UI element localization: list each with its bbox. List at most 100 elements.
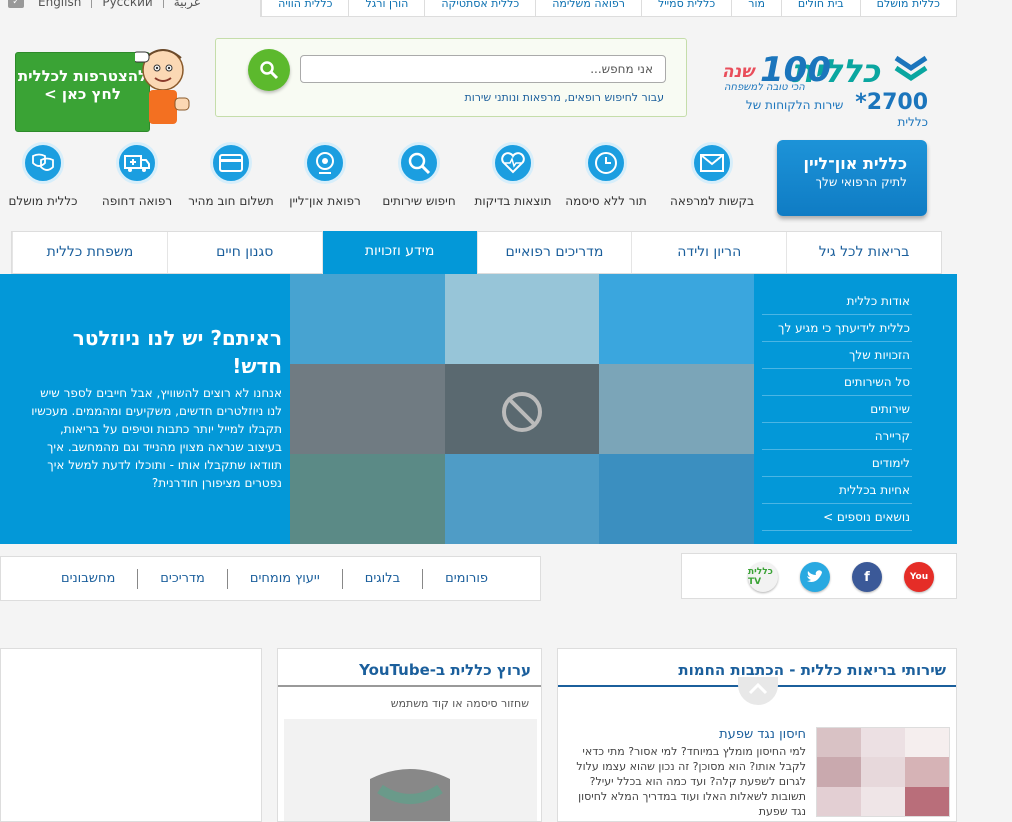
youtube-icon[interactable]: You bbox=[904, 562, 934, 592]
envelope-icon bbox=[691, 142, 733, 184]
image-unavailable-icon bbox=[502, 392, 542, 432]
chevron-up-icon[interactable] bbox=[738, 677, 778, 705]
service-label: רפואת און־ליין bbox=[289, 194, 361, 208]
tab-clalit-family[interactable]: משפחת כללית bbox=[12, 232, 167, 273]
top-bar: ✓ English Русский عربية כללית מושלם בית … bbox=[0, 0, 1012, 17]
clalit-online-button[interactable]: כללית און־ליין לתיק הרפואי שלך bbox=[777, 140, 927, 216]
link-experts[interactable]: ייעוץ מומחים bbox=[226, 568, 342, 589]
service-online-medicine[interactable]: רפואת און־ליין bbox=[277, 142, 373, 208]
promo-heading[interactable]: ראיתם? יש לנו ניוזלטר חדש! bbox=[30, 324, 282, 380]
clalit-logo-icon bbox=[894, 55, 928, 82]
service-label: חיפוש שירותים bbox=[382, 194, 456, 208]
search-box: עבור לחיפוש רופאים, מרפאות ונותני שירות bbox=[215, 38, 687, 117]
tab-lifestyle[interactable]: סגנון חיים bbox=[166, 232, 322, 273]
youtube-card: ערוץ כללית ב-YouTube שחזור סיסמה או קוד … bbox=[277, 648, 542, 822]
service-appointment[interactable]: תור ללא סיסמה bbox=[558, 142, 654, 208]
ambulance-icon bbox=[116, 142, 158, 184]
info-side-menu: אודות כללית כללית לידיעתך כי מגיע לך הזכ… bbox=[762, 288, 912, 531]
top-link[interactable]: כללית אסתטיקה bbox=[424, 0, 535, 16]
phone-number[interactable]: 2700* bbox=[855, 90, 928, 115]
mascot-icon bbox=[135, 49, 190, 124]
service-label: רפואה דחופה bbox=[101, 194, 173, 208]
article-thumbnail[interactable] bbox=[816, 727, 950, 817]
menu-item[interactable]: כללית לידיעתך כי מגיע לך bbox=[762, 315, 912, 342]
join-banner[interactable]: להצטרפות לכללית לחץ כאן > bbox=[15, 49, 195, 132]
service-test-results[interactable]: תוצאות בדיקות bbox=[465, 142, 561, 208]
promo-body: אנחנו לא רוצים להשוויץ, אבל חייבים לספר … bbox=[31, 386, 282, 490]
newsletter-promo: ראיתם? יש לנו ניוזלטר חדש! אנחנו לא רוצי… bbox=[30, 324, 282, 492]
credit-card-icon bbox=[210, 142, 252, 184]
tv-label: כללית TV bbox=[748, 567, 773, 587]
top-link[interactable]: כללית סמייל bbox=[640, 0, 731, 16]
service-label: תשלום חוב מהיר bbox=[188, 194, 274, 208]
search-input[interactable] bbox=[300, 55, 666, 83]
link-guides[interactable]: מדריכים bbox=[137, 568, 227, 589]
video-placeholder[interactable] bbox=[284, 719, 537, 821]
top-link[interactable]: בית חולים bbox=[780, 0, 860, 16]
service-label: תוצאות בדיקות bbox=[474, 194, 552, 208]
lang-english[interactable]: English bbox=[38, 0, 81, 9]
link-blogs[interactable]: בלוגים bbox=[341, 568, 422, 589]
header: כללית 100 שנה הכי טובה למשפחה 2700* שירו… bbox=[0, 30, 1012, 140]
community-nav: פורומים בלוגים ייעוץ מומחים מדריכים מחשב… bbox=[0, 556, 541, 601]
article-body: למי החיסון מומלץ במיוחד? למי אסור? מתי כ… bbox=[576, 745, 806, 818]
search-button[interactable] bbox=[248, 49, 290, 91]
join-button[interactable]: להצטרפות לכללית לחץ כאן > bbox=[15, 52, 150, 132]
link-forums[interactable]: פורומים bbox=[422, 568, 510, 589]
card-subtitle[interactable]: שחזור סיסמה או קוד משתמש bbox=[278, 687, 541, 710]
service-search[interactable]: חיפוש שירותים bbox=[371, 142, 467, 208]
main-nav-tabs: בריאות לכל גיל הריון ולידה מדריכים רפואי… bbox=[11, 231, 942, 275]
service-label: בקשות למרפאה bbox=[669, 194, 755, 208]
tab-health-all-ages[interactable]: בריאות לכל גיל bbox=[786, 232, 941, 273]
accessibility-icon[interactable]: ✓ bbox=[8, 0, 24, 8]
menu-item[interactable]: הזכויות שלך bbox=[762, 342, 912, 369]
top-links: כללית מושלם בית חולים מור כללית סמייל רפ… bbox=[260, 0, 957, 17]
service-clinic-requests[interactable]: בקשות למרפאה bbox=[664, 142, 760, 208]
facebook-icon[interactable]: f bbox=[852, 562, 882, 592]
top-link[interactable]: כללית הוויה bbox=[261, 0, 348, 16]
online-title: כללית און־ליין bbox=[803, 154, 908, 173]
menu-item[interactable]: סל השירותים bbox=[762, 369, 912, 396]
service-urgent-care[interactable]: רפואה דחופה bbox=[89, 142, 185, 208]
menu-item[interactable]: לימודים bbox=[762, 450, 912, 477]
tab-pregnancy[interactable]: הריון ולידה bbox=[631, 232, 786, 273]
top-link[interactable]: כללית מושלם bbox=[859, 0, 956, 16]
service-label: כללית מושלם bbox=[8, 194, 78, 208]
link-calculators[interactable]: מחשבונים bbox=[39, 569, 137, 589]
card-title: ערוץ כללית ב-YouTube bbox=[278, 649, 541, 687]
menu-item[interactable]: קריירה bbox=[762, 423, 912, 450]
customer-service: 2700* שירות הלקוחות של כללית bbox=[722, 90, 928, 129]
masks-icon bbox=[22, 142, 64, 184]
top-link[interactable]: מור bbox=[731, 0, 781, 16]
menu-item[interactable]: אחיות בכללית bbox=[762, 477, 912, 504]
language-selector: ✓ English Русский عربية bbox=[8, 0, 201, 9]
service-label: תור ללא סיסמה bbox=[565, 194, 647, 208]
lang-russian[interactable]: Русский bbox=[102, 0, 152, 9]
service-quick-payment[interactable]: תשלום חוב מהיר bbox=[183, 142, 279, 208]
article: חיסון נגד שפעת למי החיסון מומלץ במיוחד? … bbox=[576, 727, 806, 819]
divider bbox=[91, 0, 93, 8]
menu-item[interactable]: שירותים bbox=[762, 396, 912, 423]
quick-services: בקשות למרפאה תור ללא סיסמה תוצאות בדיקות… bbox=[0, 142, 760, 210]
logo-year: שנה bbox=[722, 62, 755, 82]
social-links: You f כללית TV bbox=[681, 553, 957, 599]
search-doctors-link[interactable]: עבור לחיפוש רופאים, מרפאות ונותני שירות bbox=[465, 91, 665, 104]
search-icon bbox=[398, 142, 440, 184]
twitter-icon[interactable] bbox=[800, 562, 830, 592]
divider bbox=[162, 0, 164, 8]
online-subtitle: לתיק הרפואי שלך bbox=[815, 175, 907, 189]
article-title[interactable]: חיסון נגד שפעת bbox=[576, 727, 806, 742]
empty-card bbox=[0, 648, 262, 822]
tab-medical-guides[interactable]: מדריכים רפואיים bbox=[476, 232, 632, 273]
tab-info-rights[interactable]: מידע וזכויות bbox=[321, 231, 477, 275]
webcam-icon bbox=[304, 142, 346, 184]
menu-item[interactable]: אודות כללית bbox=[762, 288, 912, 315]
clock-icon bbox=[585, 142, 627, 184]
menu-item[interactable]: נושאים נוספים > bbox=[762, 504, 912, 531]
lang-arabic[interactable]: عربية bbox=[174, 0, 201, 9]
service-clalit-mushlam[interactable]: כללית מושלם bbox=[0, 142, 91, 208]
top-link[interactable]: הורן ורגל bbox=[348, 0, 424, 16]
clalit-tv-icon[interactable]: כללית TV bbox=[748, 562, 778, 592]
info-panel: אודות כללית כללית לידיעתך כי מגיע לך הזכ… bbox=[0, 274, 957, 544]
top-link[interactable]: רפואה משלימה bbox=[535, 0, 641, 16]
